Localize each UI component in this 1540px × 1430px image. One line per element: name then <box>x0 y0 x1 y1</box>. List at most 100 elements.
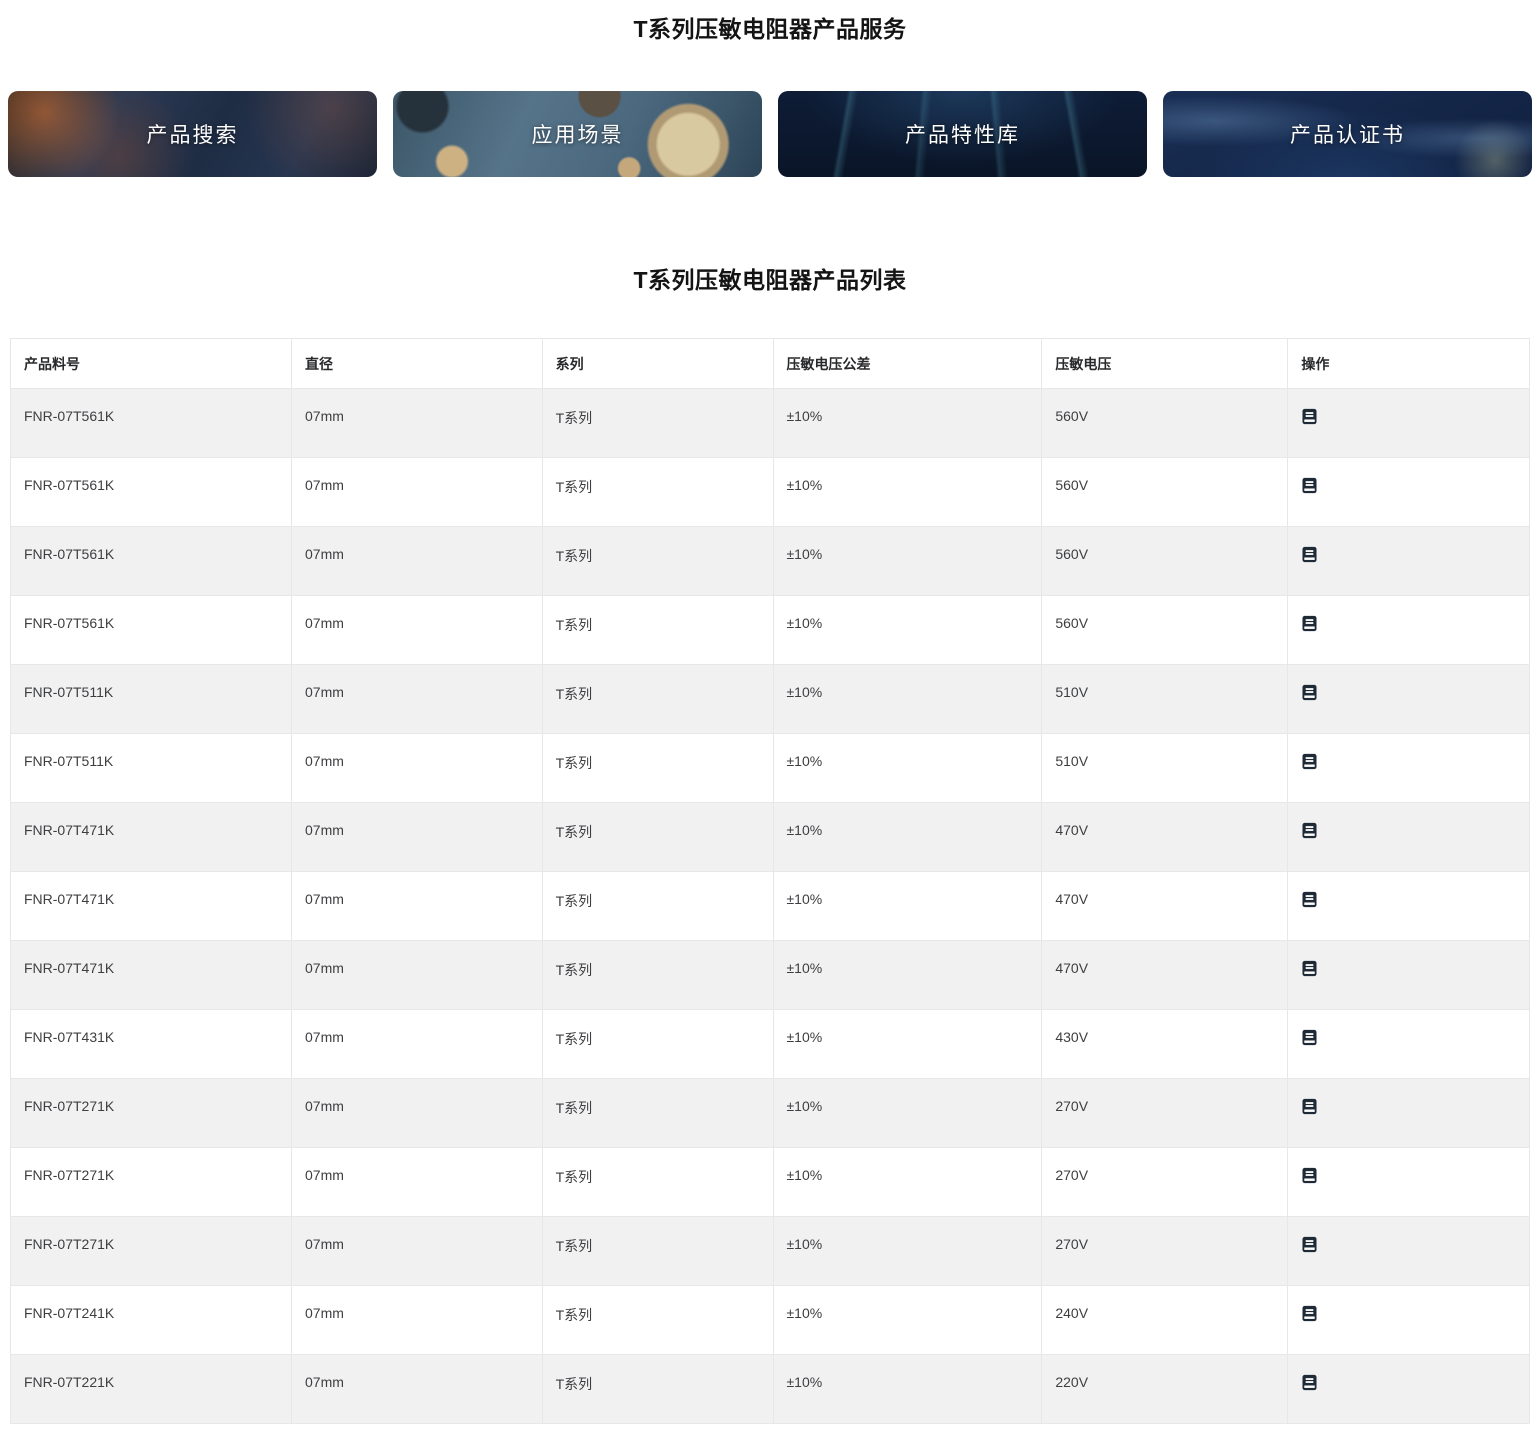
cell-varistor-voltage: 240V <box>1041 1285 1289 1355</box>
table-row: FNR-07T561K 07mm T系列 ±10% 560V <box>10 457 1530 527</box>
cell-operation <box>1287 526 1530 596</box>
cell-diameter: 07mm <box>291 733 543 803</box>
view-document-button[interactable] <box>1301 477 1318 494</box>
cell-operation <box>1287 1078 1530 1148</box>
cell-diameter: 07mm <box>291 871 543 941</box>
cell-voltage-tolerance: ±10% <box>772 802 1043 872</box>
table-row: FNR-07T511K 07mm T系列 ±10% 510V <box>10 733 1530 803</box>
banner-product-search[interactable]: 产品搜索 <box>8 91 377 177</box>
banner-product-certificates[interactable]: 产品认证书 <box>1163 91 1532 177</box>
cell-part-number: FNR-07T221K <box>10 1354 292 1424</box>
view-document-button[interactable] <box>1301 684 1318 701</box>
cell-operation <box>1287 1354 1530 1424</box>
cell-series: T系列 <box>541 1216 774 1286</box>
cell-voltage-tolerance: ±10% <box>772 664 1043 734</box>
banner-application-scenarios[interactable]: 应用场景 <box>393 91 762 177</box>
view-document-button[interactable] <box>1301 1236 1318 1253</box>
view-document-button[interactable] <box>1301 960 1318 977</box>
cell-series: T系列 <box>541 1078 774 1148</box>
banner-label: 产品特性库 <box>905 124 1020 147</box>
table-row: FNR-07T221K 07mm T系列 ±10% 220V <box>10 1354 1530 1424</box>
view-document-button[interactable] <box>1301 1305 1318 1322</box>
view-document-button[interactable] <box>1301 408 1318 425</box>
document-icon <box>1302 1236 1317 1253</box>
cell-voltage-tolerance: ±10% <box>772 1216 1043 1286</box>
cell-voltage-tolerance: ±10% <box>772 733 1043 803</box>
list-title: T系列压敏电阻器产品列表 <box>633 267 907 293</box>
cell-varistor-voltage: 470V <box>1041 802 1289 872</box>
document-icon <box>1302 408 1317 425</box>
cell-series: T系列 <box>541 1354 774 1424</box>
view-document-button[interactable] <box>1301 753 1318 770</box>
cell-series: T系列 <box>541 802 774 872</box>
banner-row: 产品搜索 应用场景 产品特性库 产品认证书 <box>8 91 1532 177</box>
cell-voltage-tolerance: ±10% <box>772 595 1043 665</box>
cell-varistor-voltage: 270V <box>1041 1216 1289 1286</box>
view-document-button[interactable] <box>1301 1374 1318 1391</box>
cell-voltage-tolerance: ±10% <box>772 1009 1043 1079</box>
view-document-button[interactable] <box>1301 1167 1318 1184</box>
view-document-button[interactable] <box>1301 546 1318 563</box>
cell-varistor-voltage: 470V <box>1041 940 1289 1010</box>
cell-voltage-tolerance: ±10% <box>772 388 1043 458</box>
cell-diameter: 07mm <box>291 457 543 527</box>
cell-diameter: 07mm <box>291 664 543 734</box>
table-row: FNR-07T561K 07mm T系列 ±10% 560V <box>10 595 1530 665</box>
cell-varistor-voltage: 560V <box>1041 595 1289 665</box>
cell-operation <box>1287 940 1530 1010</box>
cell-operation <box>1287 595 1530 665</box>
product-table-container: 产品料号 直径 系列 压敏电压公差 压敏电压 操作 FNR-07T561K 07m… <box>10 338 1530 1424</box>
document-icon <box>1302 1029 1317 1046</box>
cell-voltage-tolerance: ±10% <box>772 1147 1043 1217</box>
cell-operation <box>1287 664 1530 734</box>
cell-operation <box>1287 802 1530 872</box>
view-document-button[interactable] <box>1301 1029 1318 1046</box>
table-row: FNR-07T471K 07mm T系列 ±10% 470V <box>10 802 1530 872</box>
cell-operation <box>1287 457 1530 527</box>
table-row: FNR-07T431K 07mm T系列 ±10% 430V <box>10 1009 1530 1079</box>
document-icon <box>1302 1167 1317 1184</box>
document-icon <box>1302 1374 1317 1391</box>
cell-series: T系列 <box>541 1147 774 1217</box>
cell-voltage-tolerance: ±10% <box>772 526 1043 596</box>
cell-part-number: FNR-07T271K <box>10 1216 292 1286</box>
table-row: FNR-07T471K 07mm T系列 ±10% 470V <box>10 871 1530 941</box>
header-voltage-tolerance: 压敏电压公差 <box>772 338 1043 389</box>
cell-varistor-voltage: 560V <box>1041 526 1289 596</box>
view-document-button[interactable] <box>1301 822 1318 839</box>
cell-diameter: 07mm <box>291 1009 543 1079</box>
cell-diameter: 07mm <box>291 388 543 458</box>
cell-operation <box>1287 733 1530 803</box>
document-icon <box>1302 822 1317 839</box>
cell-operation <box>1287 1009 1530 1079</box>
view-document-button[interactable] <box>1301 891 1318 908</box>
cell-part-number: FNR-07T431K <box>10 1009 292 1079</box>
cell-part-number: FNR-07T561K <box>10 595 292 665</box>
cell-diameter: 07mm <box>291 802 543 872</box>
cell-varistor-voltage: 270V <box>1041 1147 1289 1217</box>
page: T系列压敏电阻器产品服务 产品搜索 应用场景 产品特性库 产品认证书 T系列压敏… <box>0 0 1540 1424</box>
cell-varistor-voltage: 220V <box>1041 1354 1289 1424</box>
table-row: FNR-07T241K 07mm T系列 ±10% 240V <box>10 1285 1530 1355</box>
cell-diameter: 07mm <box>291 595 543 665</box>
view-document-button[interactable] <box>1301 615 1318 632</box>
banner-product-characteristics[interactable]: 产品特性库 <box>778 91 1147 177</box>
cell-part-number: FNR-07T271K <box>10 1147 292 1217</box>
header-diameter: 直径 <box>291 338 543 389</box>
document-icon <box>1302 1098 1317 1115</box>
product-table-body: FNR-07T561K 07mm T系列 ±10% 560V FNR-07T561K 07m… <box>10 388 1530 1424</box>
cell-diameter: 07mm <box>291 940 543 1010</box>
cell-varistor-voltage: 430V <box>1041 1009 1289 1079</box>
view-document-button[interactable] <box>1301 1098 1318 1115</box>
cell-diameter: 07mm <box>291 1147 543 1217</box>
cell-operation <box>1287 1216 1530 1286</box>
cell-part-number: FNR-07T511K <box>10 733 292 803</box>
document-icon <box>1302 1305 1317 1322</box>
table-row: FNR-07T471K 07mm T系列 ±10% 470V <box>10 940 1530 1010</box>
cell-diameter: 07mm <box>291 1078 543 1148</box>
cell-part-number: FNR-07T241K <box>10 1285 292 1355</box>
table-row: FNR-07T511K 07mm T系列 ±10% 510V <box>10 664 1530 734</box>
cell-part-number: FNR-07T271K <box>10 1078 292 1148</box>
product-table: 产品料号 直径 系列 压敏电压公差 压敏电压 操作 FNR-07T561K 07m… <box>10 338 1530 1424</box>
document-icon <box>1302 684 1317 701</box>
